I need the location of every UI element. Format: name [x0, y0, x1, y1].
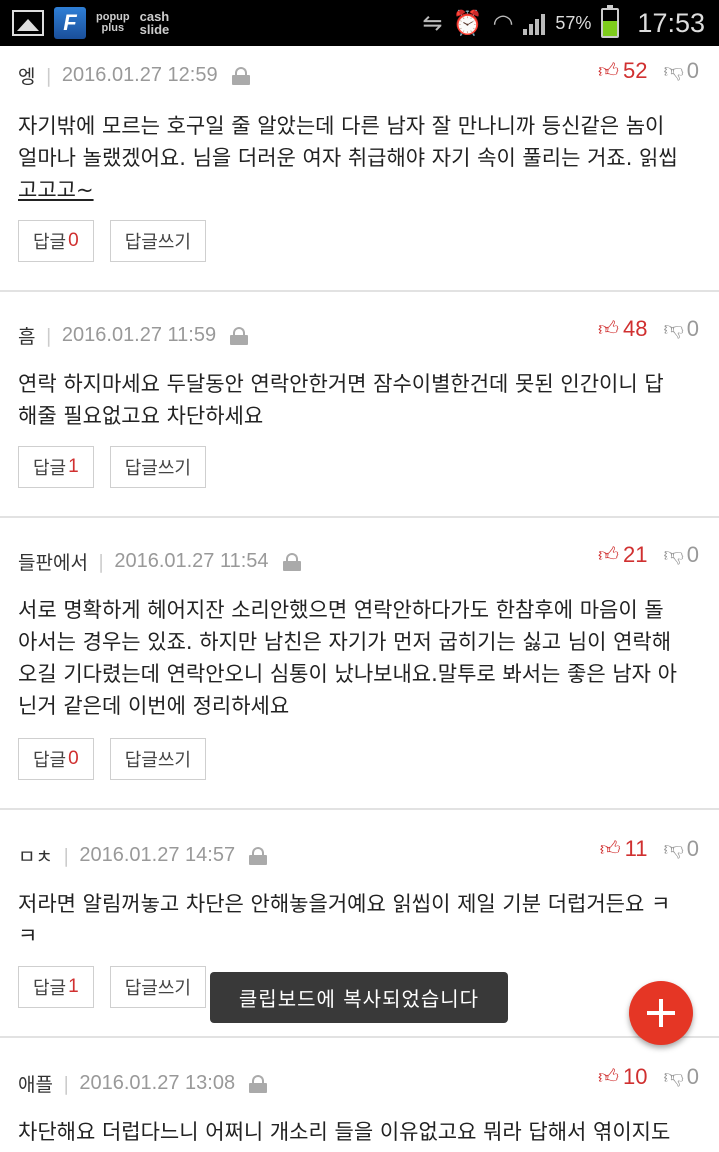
write-reply-button[interactable]: 답글쓰기: [109, 966, 206, 1008]
thumbs-down-icon[interactable]: 👎︎: [663, 59, 683, 83]
reply-count-button[interactable]: 답글 0: [18, 738, 94, 780]
comment-author[interactable]: 들판에서: [18, 548, 88, 575]
divider: |: [62, 1072, 70, 1095]
alarm-icon: ⏰: [452, 9, 483, 37]
comment-date: 2016.01.27 12:59: [61, 64, 218, 86]
divider: |: [45, 64, 52, 87]
popup-plus-icon: popup plus: [96, 11, 130, 34]
like-count[interactable]: 52: [623, 58, 647, 84]
write-reply-button[interactable]: 답글쓰기: [109, 446, 206, 488]
toast-message: 클립보드에 복사되었습니다: [210, 972, 508, 1023]
like-count[interactable]: 11: [625, 836, 648, 862]
thumbs-up-icon[interactable]: 👍︎: [598, 317, 619, 341]
dislike-count[interactable]: 0: [687, 836, 699, 862]
comment-body: 자기밖에 모르는 호구일 줄 알았는데 다른 남자 잘 만나니까 등신같은 놈이…: [18, 114, 678, 202]
status-bar: F popup plus cash slide ⇋ ⏰ ◠ 57% 17:53: [0, 0, 719, 46]
comment-author[interactable]: 엥: [18, 62, 35, 89]
comment-item: 흠 | 2016.01.27 11:59 👍︎ 48 👎︎ 0 연락 하지마세요…: [0, 292, 719, 518]
thumbs-up-icon[interactable]: 👍︎: [600, 837, 621, 861]
divider: |: [45, 324, 52, 347]
comment-body: 저라면 알림꺼놓고 차단은 안해놓을거예요 읽씹이 제일 기분 더럽거든요 ㅋ …: [18, 892, 671, 948]
lock-icon: [231, 66, 250, 85]
like-count[interactable]: 48: [623, 316, 647, 342]
thumbs-down-icon[interactable]: 👎︎: [663, 837, 683, 861]
like-count[interactable]: 21: [623, 542, 647, 568]
comment-body: 연락 하지마세요 두달동안 연락안한거면 잠수이별한건데 못된 인간이니 답 해…: [18, 372, 664, 428]
comment-item: 엥 | 2016.01.27 12:59 👍︎ 52 👎︎ 0 자기밖에 모르는…: [0, 46, 719, 292]
battery-icon: [601, 5, 620, 38]
signal-icon: [523, 11, 546, 35]
dislike-count[interactable]: 0: [687, 316, 699, 342]
comment-date: 2016.01.27 11:54: [114, 550, 269, 572]
comment-author[interactable]: ㅁㅊ: [18, 842, 53, 869]
comment-author[interactable]: 흠: [18, 322, 35, 349]
add-comment-button[interactable]: [629, 981, 693, 1045]
wifi-icon: ◠: [492, 9, 514, 37]
comment-date: 2016.01.27 11:59: [61, 324, 217, 346]
dislike-count[interactable]: 0: [687, 1064, 699, 1090]
comment-item: 애플 | 2016.01.27 13:08 👍︎ 10 👎︎ 0 차단해요 더럽…: [0, 1038, 719, 1152]
comment-date: 2016.01.27 13:08: [79, 1072, 236, 1094]
write-reply-button[interactable]: 답글쓰기: [109, 738, 206, 780]
like-count[interactable]: 10: [623, 1064, 647, 1090]
lock-icon: [249, 1074, 268, 1093]
thumbs-up-icon[interactable]: 👍︎: [598, 543, 619, 567]
comment-author[interactable]: 애플: [18, 1070, 53, 1097]
thumbs-down-icon[interactable]: 👎︎: [663, 317, 683, 341]
thumbs-down-icon[interactable]: 👎︎: [663, 543, 683, 567]
dislike-count[interactable]: 0: [687, 542, 699, 568]
divider: |: [97, 550, 105, 573]
lock-icon: [230, 326, 249, 345]
write-reply-button[interactable]: 답글쓰기: [109, 220, 206, 262]
divider: |: [62, 844, 70, 867]
comment-body: 서로 명확하게 헤어지잔 소리안했으면 연락안하다가도 한참후에 마음이 돌 아…: [18, 598, 677, 718]
thumbs-up-icon[interactable]: 👍︎: [598, 1065, 619, 1089]
dislike-count[interactable]: 0: [687, 58, 699, 84]
thumbs-up-icon[interactable]: 👍︎: [598, 59, 619, 83]
reply-count-button[interactable]: 답글 1: [18, 446, 94, 488]
clock: 17:53: [637, 7, 705, 38]
thumbs-down-icon[interactable]: 👎︎: [663, 1065, 683, 1089]
comment-date: 2016.01.27 14:57: [79, 844, 236, 866]
lock-icon: [282, 552, 301, 571]
comment-body: 차단해요 더럽다느니 어쩌니 개소리 들을 이유없고요 뭐라 답해서 엮이지도: [18, 1120, 671, 1144]
comment-item: 들판에서 | 2016.01.27 11:54 👍︎ 21 👎︎ 0 서로 명확…: [0, 518, 719, 810]
battery-percent: 57%: [555, 12, 592, 33]
cash-slide-icon: cash slide: [139, 9, 170, 37]
f-app-icon: F: [54, 7, 86, 39]
reply-count-button[interactable]: 답글 1: [18, 966, 94, 1008]
reply-count-button[interactable]: 답글 0: [18, 220, 94, 262]
mute-icon: ⇋: [422, 9, 443, 37]
plus-icon: [647, 999, 675, 1027]
lock-icon: [249, 846, 268, 865]
gallery-icon: [12, 10, 44, 36]
